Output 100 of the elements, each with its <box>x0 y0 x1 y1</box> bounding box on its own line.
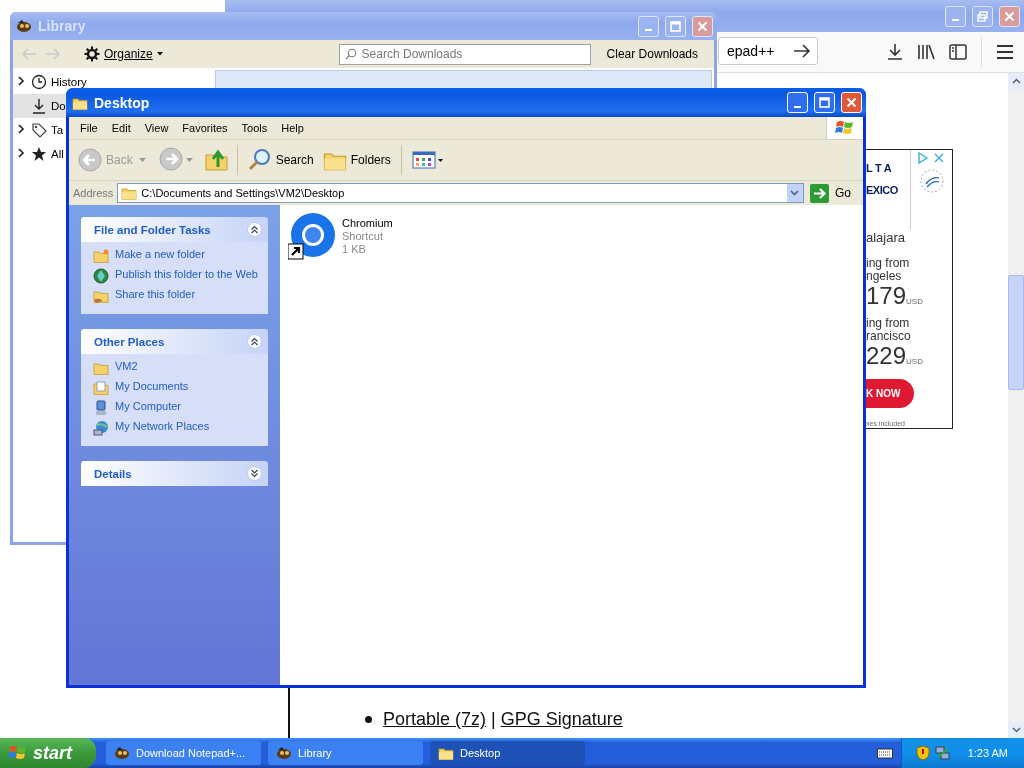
search-icon <box>247 148 272 172</box>
chevron-icon[interactable] <box>17 76 25 86</box>
sidebar-item[interactable]: Do <box>13 94 67 118</box>
download-link[interactable]: GPG Signature <box>500 709 623 730</box>
menu-item[interactable]: Tools <box>234 122 275 134</box>
ad-text: ing from <box>866 257 911 270</box>
maximize-icon <box>670 20 681 32</box>
up-folder-icon[interactable] <box>203 147 230 173</box>
clock-icon <box>31 74 47 90</box>
double-chevron-icon <box>250 337 259 346</box>
fare-price: 179 <box>866 282 907 309</box>
sidebar-item[interactable]: History <box>13 70 88 94</box>
minimize-icon <box>952 19 959 21</box>
menu-item[interactable]: View <box>137 122 176 134</box>
bullet-icon <box>365 716 372 723</box>
address-label: Address <box>73 187 114 199</box>
chevron-icon <box>790 190 800 196</box>
currency-label: USD <box>906 297 923 306</box>
address-dropdown-button[interactable] <box>787 184 803 202</box>
task-link[interactable]: My Computer <box>115 400 182 413</box>
task-link[interactable]: My Documents <box>115 380 189 393</box>
toggle-button[interactable] <box>247 466 262 481</box>
menu-item[interactable]: Edit <box>104 122 138 134</box>
file-size: 1 KB <box>342 243 367 256</box>
chevron-icon[interactable] <box>17 148 25 158</box>
logo-icon <box>8 744 28 762</box>
file-type: Shortcut <box>342 230 384 243</box>
shared-folder-icon <box>93 288 109 304</box>
menu-item[interactable]: File <box>73 122 105 134</box>
folder-icon <box>438 745 454 761</box>
fare-price: 229 <box>866 342 907 369</box>
taskbar-button[interactable]: Download Notepad+... <box>106 741 261 765</box>
ad-text: ngeles <box>866 270 903 283</box>
shortcut-file-icon[interactable] <box>288 213 336 261</box>
taskbar-button[interactable]: Desktop <box>430 741 585 765</box>
library-icon[interactable] <box>917 44 935 60</box>
task-link[interactable]: My Network Places <box>115 420 210 433</box>
currency-label: USD <box>906 357 923 366</box>
folder-icon <box>121 185 138 201</box>
shield-icon[interactable] <box>915 745 930 761</box>
scroll-thumb[interactable] <box>1008 275 1024 390</box>
app-icon <box>114 745 130 761</box>
search-icon <box>344 48 357 60</box>
keyboard-icon[interactable] <box>876 747 893 759</box>
minimize-icon <box>794 105 801 108</box>
taskbar-button[interactable]: Library <box>268 741 423 765</box>
ad-text: rancisco <box>866 330 912 343</box>
file-name[interactable]: Chromium <box>342 217 393 230</box>
menu-item[interactable]: Favorites <box>175 122 235 134</box>
documents-folder-icon <box>93 380 109 396</box>
task-link[interactable]: VM2 <box>115 360 138 373</box>
start-button[interactable]: start <box>0 738 96 768</box>
menu-icon[interactable] <box>996 44 1014 60</box>
menu-item[interactable]: Help <box>274 122 311 134</box>
clear-downloads-button[interactable]: Clear Downloads <box>598 47 706 61</box>
sidebar-item[interactable]: Ta <box>13 118 65 142</box>
close-icon <box>846 97 857 108</box>
sidebar-item[interactable]: All <box>13 142 65 166</box>
scrollbar[interactable] <box>1008 73 1024 738</box>
address-field[interactable]: C:\Documents and Settings\VM2\Desktop <box>117 183 804 203</box>
download-icon[interactable] <box>887 43 903 61</box>
app-icon <box>276 745 292 761</box>
chevron-icon[interactable] <box>17 124 25 134</box>
organize-button[interactable]: Organize <box>81 44 166 64</box>
caret-icon[interactable] <box>138 158 146 162</box>
toggle-button[interactable] <box>247 334 262 349</box>
close-button[interactable] <box>999 5 1020 27</box>
scroll-down-icon[interactable] <box>1011 727 1021 733</box>
brand-text: EXICO <box>866 184 899 196</box>
task-pane-header[interactable]: File and Folder Tasks <box>81 217 268 242</box>
ad-text: ing from <box>866 317 911 330</box>
toggle-button[interactable] <box>247 222 262 237</box>
close-icon <box>1004 10 1015 22</box>
task-pane-header[interactable]: Details <box>81 461 268 486</box>
close-button[interactable] <box>692 15 713 37</box>
go-arrow-icon[interactable] <box>793 44 811 58</box>
scroll-up-icon[interactable] <box>1011 78 1021 84</box>
url-field[interactable]: epad++ <box>718 37 818 65</box>
sidebar-icon[interactable] <box>949 44 967 60</box>
brand-text: LTA <box>866 162 896 174</box>
window-title: Desktop <box>94 94 151 111</box>
folders-button[interactable]: Folders <box>319 146 394 174</box>
network-icon[interactable] <box>934 745 951 761</box>
go-button[interactable]: Go <box>808 183 859 203</box>
star-icon <box>31 146 47 162</box>
download-link[interactable]: Portable (7z) <box>383 709 487 730</box>
task-link[interactable]: Publish this folder to the Web <box>115 268 258 281</box>
task-link[interactable]: Share this folder <box>115 288 196 301</box>
task-pane-header[interactable]: Other Places <box>81 329 268 354</box>
task-link[interactable]: Make a new folder <box>115 248 205 261</box>
double-chevron-icon <box>250 469 259 478</box>
ad-text: alajara <box>866 230 907 245</box>
search-field[interactable]: Search Downloads <box>338 43 591 65</box>
book-now-button[interactable]: K NOW <box>866 379 915 408</box>
caret-icon[interactable] <box>185 158 193 162</box>
maximize-icon <box>819 97 830 108</box>
search-button[interactable]: Search <box>244 146 317 174</box>
network-icon <box>93 420 109 436</box>
folder-icon <box>93 360 109 376</box>
link-separator: | <box>491 709 496 730</box>
